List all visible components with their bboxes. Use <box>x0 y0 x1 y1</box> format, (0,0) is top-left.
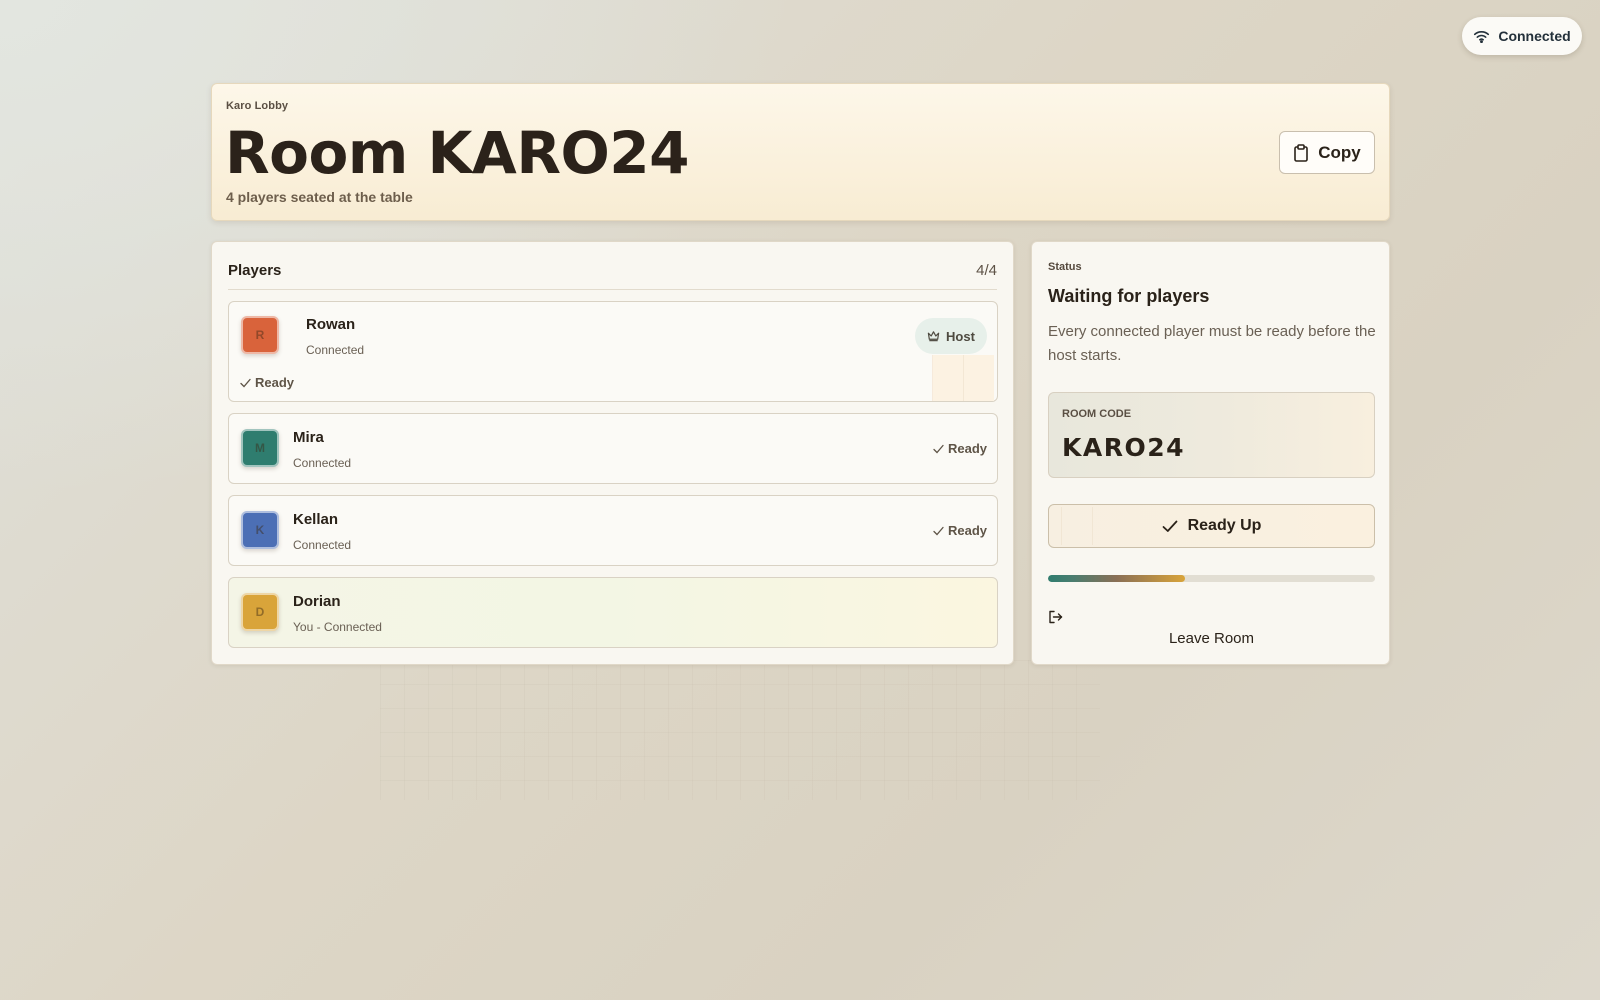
check-icon <box>240 378 251 387</box>
player-name: Rowan <box>306 316 356 333</box>
status-title: Waiting for players <box>1048 286 1210 306</box>
wifi-icon <box>1474 30 1490 43</box>
status-panel: Status Waiting for players Every connect… <box>1031 241 1390 665</box>
crown-icon <box>927 331 940 342</box>
host-badge-label: Host <box>946 328 975 344</box>
exit-icon <box>1049 610 1063 624</box>
ready-label: Ready <box>947 441 987 456</box>
ready-progress-bar <box>1048 575 1375 582</box>
ready-label: Ready <box>255 375 295 390</box>
avatar: K <box>241 511 279 549</box>
status-description: Every connected player must be ready bef… <box>1048 323 1376 364</box>
players-divider <box>228 289 997 290</box>
room-title: Room KARO24 <box>225 119 690 187</box>
check-icon <box>933 526 944 535</box>
players-title: Players <box>228 262 282 279</box>
room-subtitle: 4 players seated at the table <box>226 189 413 205</box>
avatar: R <box>241 316 279 354</box>
players-count: 4/4 <box>976 262 997 279</box>
player-connection-status: Connected <box>293 538 352 552</box>
status-eyebrow: Status <box>1048 261 1082 273</box>
copy-button-label: Copy <box>1318 142 1361 162</box>
players-panel: Players 4/4 R Rowan Connected Host Ready… <box>211 241 1014 665</box>
lobby-eyebrow: Karo Lobby <box>226 100 289 112</box>
clipboard-icon <box>1294 143 1309 162</box>
host-badge: Host <box>915 318 987 354</box>
ready-up-button[interactable]: Ready Up <box>1048 504 1375 548</box>
player-name: Kellan <box>293 511 339 528</box>
player-connection-status: You - Connected <box>293 620 382 634</box>
player-row-mira[interactable]: M Mira Connected Ready <box>228 413 998 484</box>
check-icon <box>933 444 944 453</box>
connection-label: Connected <box>1498 28 1571 44</box>
ready-label: Ready <box>947 523 987 538</box>
avatar: M <box>241 429 279 467</box>
ready-progress-fill <box>1048 575 1186 582</box>
player-row-dorian[interactable]: D Dorian You - Connected <box>228 577 998 648</box>
room-code-label: ROOM CODE <box>1062 408 1132 420</box>
ready-status: Ready <box>240 375 294 390</box>
decorative-tile <box>932 355 994 401</box>
avatar: D <box>241 593 279 631</box>
room-code-box: ROOM CODE KARO24 <box>1048 392 1375 478</box>
leave-room-button[interactable]: Leave Room <box>1048 626 1375 650</box>
player-row-rowan[interactable]: R Rowan Connected Host Ready <box>228 301 998 402</box>
copy-button[interactable]: Copy <box>1279 131 1375 174</box>
room-code-value: KARO24 <box>1062 433 1186 462</box>
check-icon <box>1162 520 1177 532</box>
connection-status-pill: Connected <box>1462 17 1582 55</box>
room-header-card: Karo Lobby Room KARO24 4 players seated … <box>211 83 1390 221</box>
player-name: Mira <box>293 429 324 446</box>
ready-up-label: Ready Up <box>1187 517 1262 534</box>
player-connection-status: Connected <box>293 456 352 470</box>
player-name: Dorian <box>293 593 341 610</box>
player-row-kellan[interactable]: K Kellan Connected Ready <box>228 495 998 566</box>
ready-status: Ready <box>933 523 987 538</box>
background-grid <box>380 660 1100 800</box>
player-connection-status: Connected <box>306 343 365 357</box>
ready-status: Ready <box>933 441 987 456</box>
